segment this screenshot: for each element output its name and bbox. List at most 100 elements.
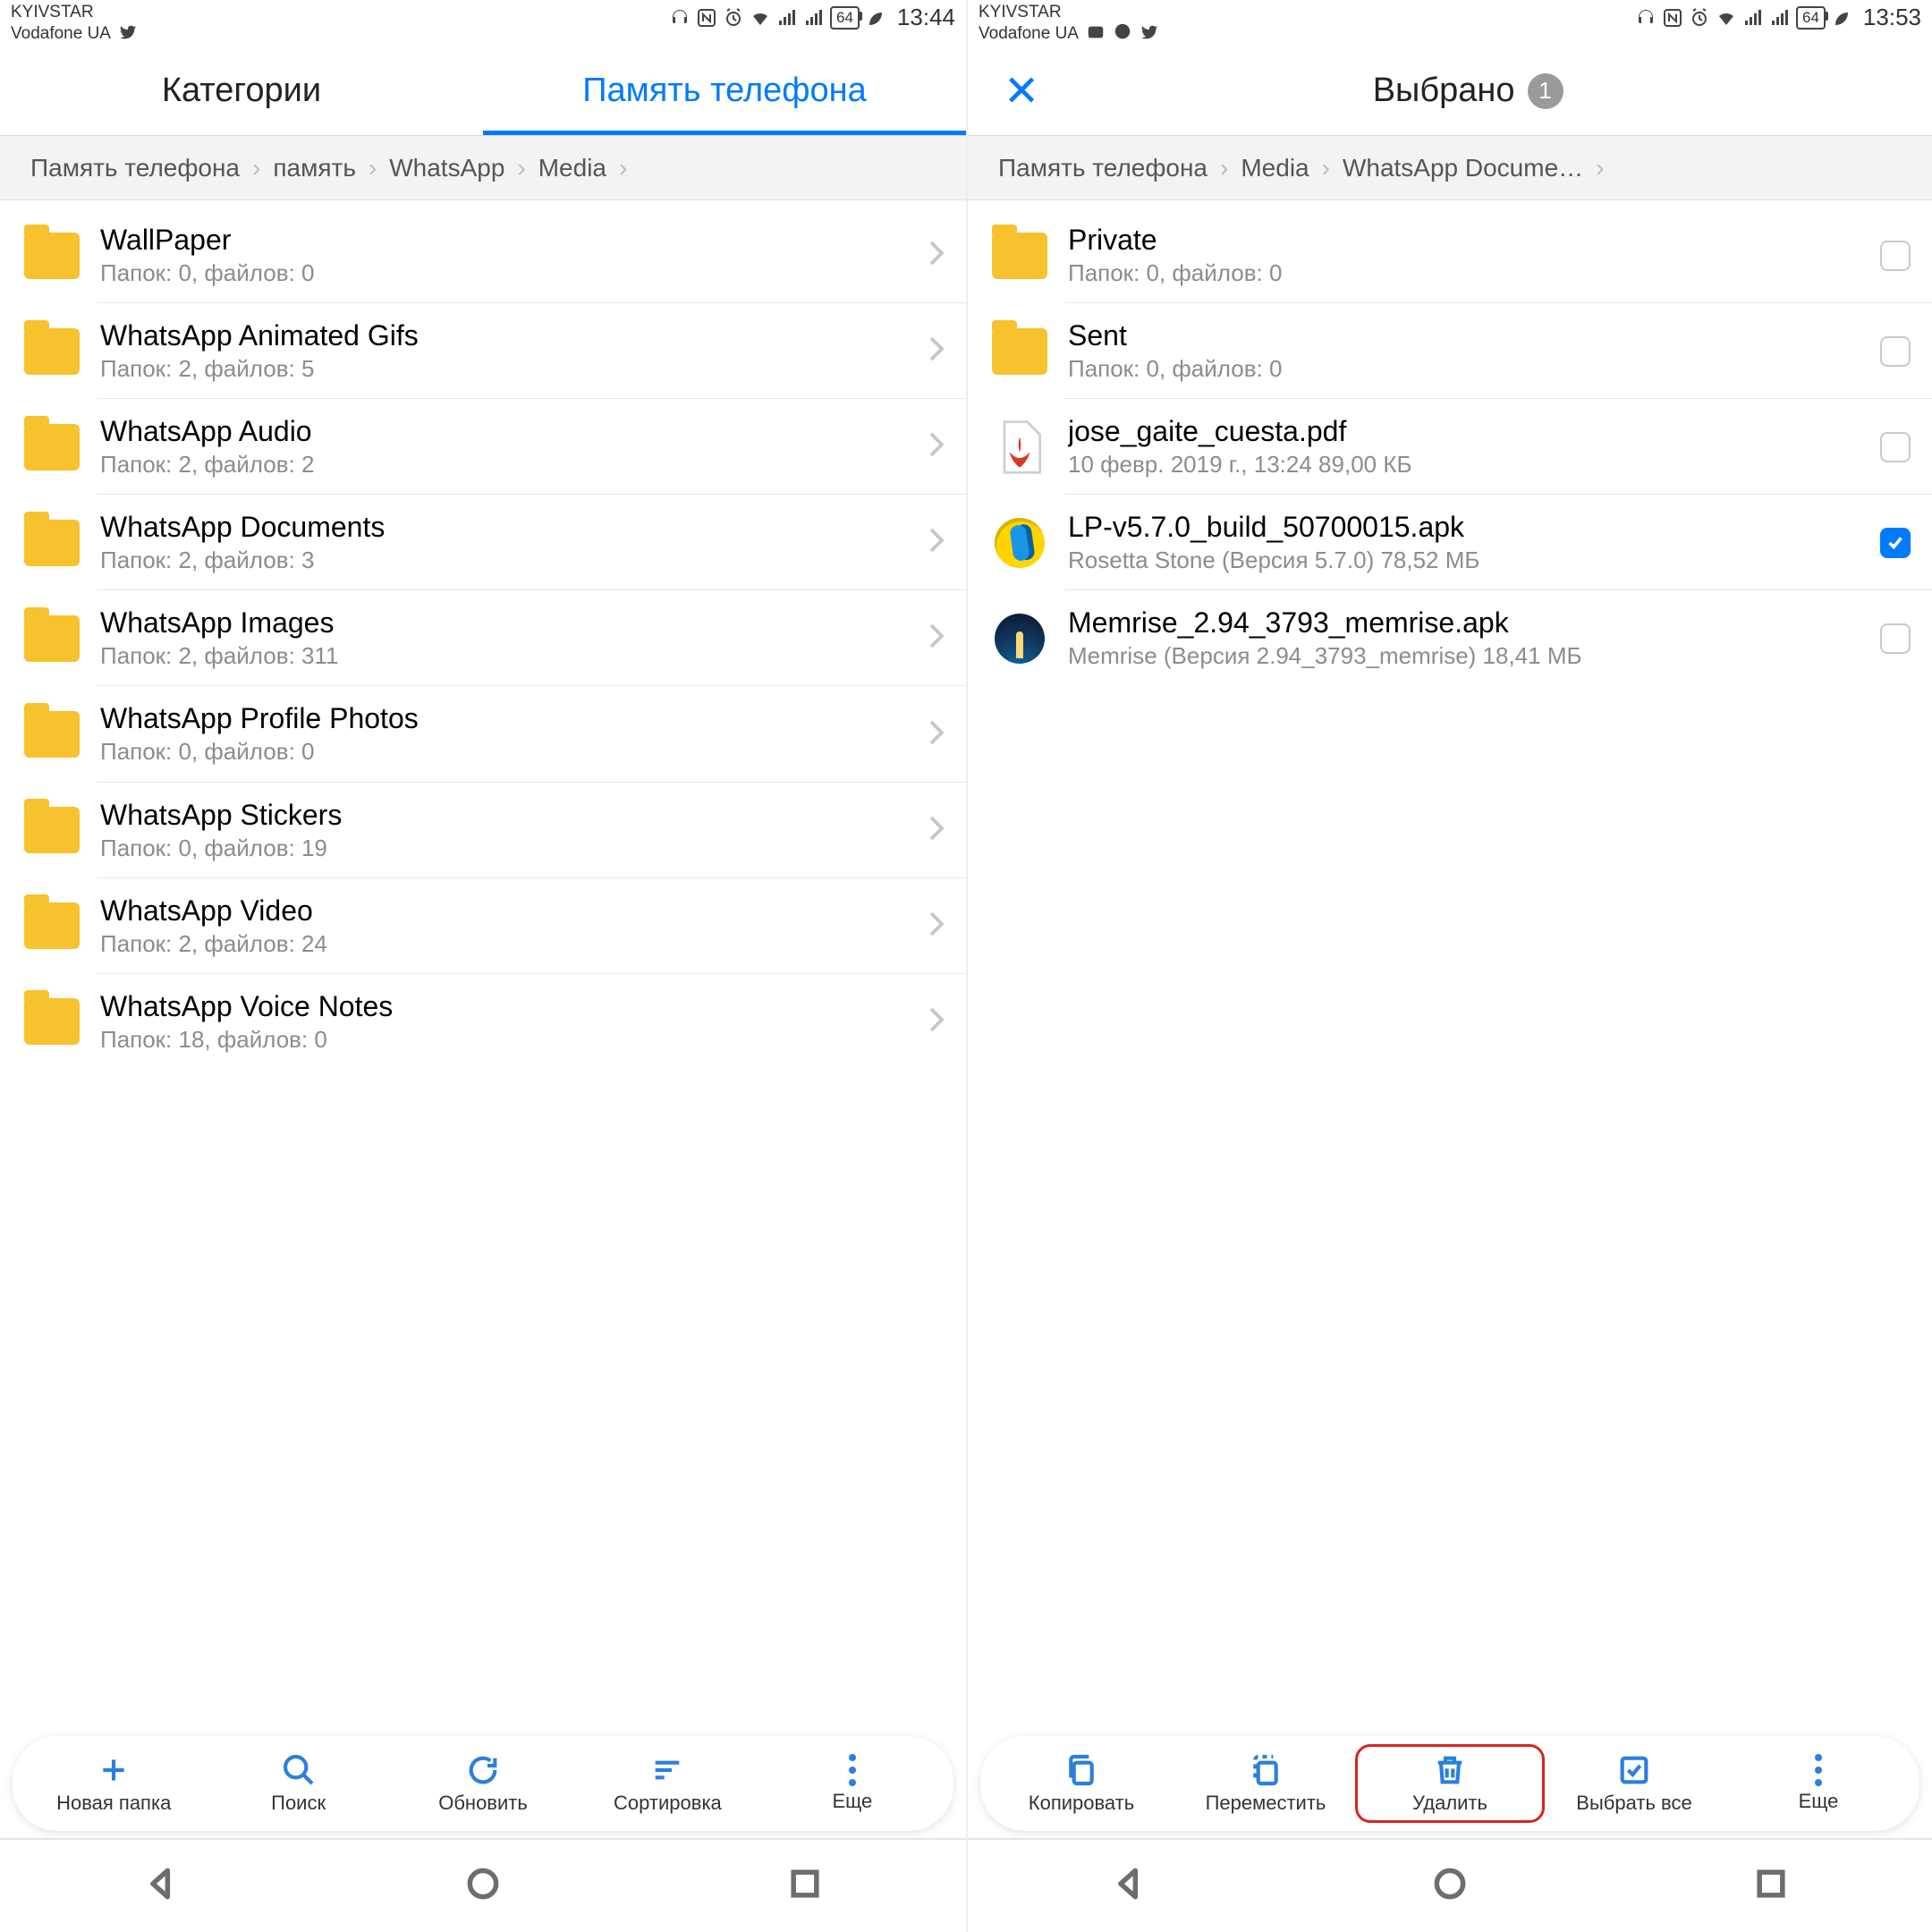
- checkbox[interactable]: [1880, 336, 1911, 367]
- selection-header: ✕ Выбрано 1: [968, 47, 1932, 136]
- more-button[interactable]: Еще: [760, 1749, 945, 1818]
- folder-icon: [992, 328, 1047, 375]
- home-icon[interactable]: [463, 1864, 503, 1908]
- folder-row[interactable]: WhatsApp Documents Папок: 2, файлов: 3: [0, 495, 966, 590]
- file-row[interactable]: Private Папок: 0, файлов: 0: [968, 208, 1932, 303]
- nfc-icon: [696, 7, 717, 29]
- item-subtitle: Папок: 2, файлов: 311: [100, 640, 918, 672]
- breadcrumb[interactable]: Память телефона › Media › WhatsApp Docum…: [968, 136, 1932, 200]
- recents-icon[interactable]: [1751, 1864, 1791, 1908]
- folder-icon: [992, 233, 1047, 279]
- item-subtitle: Папок: 0, файлов: 0: [100, 736, 918, 767]
- folder-row[interactable]: WhatsApp Stickers Папок: 0, файлов: 19: [0, 783, 966, 878]
- folder-icon: [21, 417, 82, 478]
- new-folder-button[interactable]: Новая папка: [21, 1747, 206, 1820]
- folder-icon: [21, 513, 82, 573]
- item-name: WallPaper: [100, 222, 918, 258]
- twitter-icon: [118, 22, 138, 47]
- carrier-1: KYIVSTAR: [979, 4, 1062, 22]
- folder-row[interactable]: WallPaper Папок: 0, файлов: 0: [0, 208, 966, 303]
- chevron-right-icon: [928, 719, 945, 750]
- sort-button[interactable]: Сортировка: [575, 1747, 759, 1820]
- chevron-right-icon: [928, 815, 945, 846]
- wifi-icon: [750, 7, 771, 29]
- close-icon[interactable]: ✕: [1004, 66, 1039, 116]
- tab-phone-storage[interactable]: Память телефона: [483, 47, 966, 135]
- selection-count-badge: 1: [1528, 73, 1563, 109]
- chevron-right-icon: ›: [619, 154, 627, 182]
- chevron-right-icon: ›: [1596, 154, 1604, 182]
- item-name: WhatsApp Video: [100, 893, 918, 928]
- chevron-right-icon: [928, 431, 945, 462]
- bc-item[interactable]: Media: [1228, 154, 1321, 182]
- checkbox[interactable]: [1880, 623, 1911, 654]
- folder-row[interactable]: WhatsApp Images Папок: 2, файлов: 311: [0, 590, 966, 686]
- bc-item[interactable]: Память телефона: [18, 154, 252, 182]
- checkbox[interactable]: [1880, 432, 1911, 462]
- folder-icon: [21, 704, 82, 765]
- rosetta-icon: [995, 518, 1045, 568]
- item-name: WhatsApp Stickers: [100, 797, 918, 833]
- chevron-right-icon: [928, 1006, 945, 1038]
- back-icon[interactable]: [1109, 1864, 1148, 1908]
- chevron-right-icon: [928, 240, 945, 271]
- screen-left: KYIVSTAR Vodafone UA 64 13:44: [0, 0, 966, 1932]
- item-subtitle: Папок: 0, файлов: 19: [100, 833, 918, 864]
- bc-item[interactable]: WhatsApp Docume…: [1330, 154, 1596, 182]
- memrise-icon: [995, 614, 1045, 664]
- delete-button[interactable]: Удалить: [1358, 1747, 1542, 1820]
- recents-icon[interactable]: [785, 1864, 825, 1908]
- folder-row[interactable]: WhatsApp Profile Photos Папок: 0, файлов…: [0, 686, 966, 782]
- folder-icon: [21, 895, 82, 956]
- item-name: Memrise_2.94_3793_memrise.apk: [1068, 605, 1868, 640]
- folder-icon: [21, 991, 82, 1052]
- checkbox[interactable]: [1880, 528, 1911, 558]
- item-name: WhatsApp Voice Notes: [100, 988, 918, 1024]
- app-icon: [1086, 22, 1106, 47]
- wifi-icon: [1716, 7, 1737, 29]
- select-all-button[interactable]: Выбрать все: [1542, 1747, 1726, 1820]
- file-row[interactable]: LP-v5.7.0_build_50700015.apk Rosetta Sto…: [968, 495, 1932, 590]
- item-subtitle: Rosetta Stone (Версия 5.7.0) 78,52 МБ: [1068, 545, 1868, 576]
- folder-row[interactable]: WhatsApp Audio Папок: 2, файлов: 2: [0, 399, 966, 495]
- home-icon[interactable]: [1430, 1864, 1470, 1908]
- twitter-icon: [1140, 22, 1159, 47]
- tab-bar: Категории Память телефона: [0, 47, 966, 136]
- move-button[interactable]: Переместить: [1174, 1747, 1358, 1820]
- checkbox[interactable]: [1880, 241, 1911, 271]
- screen-right: KYIVSTAR Vodafone UA 64: [966, 0, 1932, 1932]
- bottom-toolbar: Новая папка Поиск Обновить Сортировка Ещ…: [13, 1736, 953, 1831]
- folder-icon: [21, 800, 82, 860]
- more-button[interactable]: Еще: [1726, 1749, 1911, 1818]
- breadcrumb[interactable]: Память телефона › память › WhatsApp › Me…: [0, 136, 966, 200]
- file-row[interactable]: Memrise_2.94_3793_memrise.apk Memrise (В…: [968, 590, 1932, 686]
- messenger-icon: [1113, 22, 1132, 47]
- copy-button[interactable]: Копировать: [989, 1747, 1174, 1820]
- folder-row[interactable]: WhatsApp Animated Gifs Папок: 2, файлов:…: [0, 303, 966, 399]
- chevron-right-icon: ›: [1220, 154, 1228, 182]
- item-subtitle: Папок: 18, файлов: 0: [100, 1024, 918, 1055]
- alarm-icon: [1689, 7, 1710, 29]
- bc-item[interactable]: Память телефона: [986, 154, 1220, 182]
- file-list[interactable]: Private Папок: 0, файлов: 0 Sent Папок: …: [968, 200, 1932, 1729]
- file-list[interactable]: WallPaper Папок: 0, файлов: 0 WhatsApp A…: [0, 200, 966, 1729]
- signal-icon: [1742, 7, 1764, 29]
- refresh-button[interactable]: Обновить: [391, 1747, 575, 1820]
- pdf-icon: [989, 417, 1050, 478]
- file-row[interactable]: Sent Папок: 0, файлов: 0: [968, 303, 1932, 399]
- back-icon[interactable]: [141, 1864, 181, 1908]
- chevron-right-icon: [928, 527, 945, 558]
- file-row[interactable]: jose_gaite_cuesta.pdf 10 февр. 2019 г., …: [968, 399, 1932, 495]
- search-button[interactable]: Поиск: [206, 1747, 390, 1820]
- chevron-right-icon: ›: [1322, 154, 1330, 182]
- tab-categories[interactable]: Категории: [0, 47, 483, 135]
- bc-item[interactable]: память: [260, 154, 369, 182]
- folder-row[interactable]: WhatsApp Video Папок: 2, файлов: 24: [0, 878, 966, 974]
- folder-row[interactable]: WhatsApp Voice Notes Папок: 18, файлов: …: [0, 974, 966, 1070]
- chevron-right-icon: [928, 623, 945, 654]
- bc-item[interactable]: WhatsApp: [377, 154, 517, 182]
- item-name: WhatsApp Audio: [100, 413, 918, 449]
- bc-item[interactable]: Media: [526, 154, 619, 182]
- alarm-icon: [723, 7, 744, 29]
- leaf-icon: [1831, 7, 1852, 29]
